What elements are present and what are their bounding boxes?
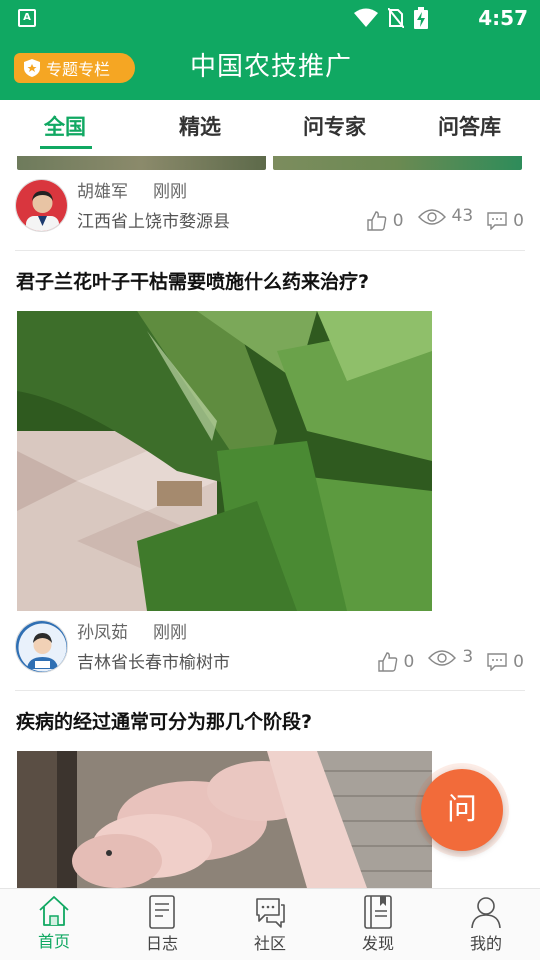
- question-image[interactable]: [17, 311, 432, 611]
- status-bar: A 4:57: [0, 0, 540, 36]
- tab-qa-library[interactable]: 问答库: [438, 112, 501, 142]
- nav-label: 我的: [469, 934, 502, 953]
- topic-column-label: 专题专栏: [46, 60, 111, 79]
- post-time: 刚刚: [153, 182, 187, 202]
- eye-icon: [417, 209, 446, 225]
- bottom-navigation: 首页 日志 社区 发现 我的: [0, 888, 540, 960]
- wifi-icon: [354, 8, 378, 27]
- clock: 4:57: [478, 6, 528, 30]
- journal-icon: [149, 895, 175, 929]
- nav-label: 发现: [361, 934, 394, 953]
- post-author-row[interactable]: 孙凤茹 刚刚 吉林省长春市榆树市 0 3 0: [0, 620, 540, 690]
- author-location: 吉林省长春市榆树市: [77, 653, 230, 673]
- tab-ask-expert[interactable]: 问专家: [303, 112, 366, 142]
- home-icon: [39, 896, 69, 926]
- app-notification-icon: A: [18, 9, 36, 27]
- nav-label: 日志: [145, 934, 178, 953]
- battery-charging-icon: [414, 7, 428, 29]
- question-image[interactable]: [17, 751, 432, 888]
- nav-home[interactable]: 首页: [14, 893, 94, 959]
- chat-bubbles-icon: [256, 898, 285, 928]
- nav-label: 首页: [37, 932, 70, 951]
- view-count: 43: [451, 206, 474, 226]
- author-location: 江西省上饶市婺源县: [77, 212, 230, 232]
- avatar[interactable]: [15, 620, 68, 673]
- like-count: 0: [403, 652, 415, 672]
- ask-question-button[interactable]: 问: [421, 769, 503, 851]
- tab-national[interactable]: 全国: [44, 112, 86, 142]
- active-tab-indicator: [40, 146, 92, 149]
- nav-community[interactable]: 社区: [230, 893, 310, 959]
- post-stats: 0 3 0: [377, 647, 524, 676]
- status-icons: [354, 6, 428, 30]
- post-time: 刚刚: [153, 623, 187, 643]
- tab-featured[interactable]: 精选: [179, 112, 221, 142]
- comment-icon[interactable]: [487, 653, 507, 671]
- app-header: 专题专栏 中国农技推广: [0, 36, 540, 100]
- author-name: 胡雄军: [77, 182, 128, 202]
- avatar[interactable]: [15, 179, 68, 232]
- post-stats: 0 43 0: [367, 206, 524, 235]
- post-author-row[interactable]: 胡雄军 刚刚 江西省上饶市婺源县 0 43 0: [0, 179, 540, 249]
- nav-journal[interactable]: 日志: [122, 893, 202, 959]
- divider: [15, 690, 525, 691]
- category-tabs: 全国 精选 问专家 问答库: [0, 100, 540, 156]
- previous-post-image[interactable]: [273, 156, 522, 170]
- thumbs-up-icon[interactable]: [367, 211, 387, 231]
- previous-post-image[interactable]: [17, 156, 266, 170]
- user-icon: [471, 897, 501, 929]
- comment-icon[interactable]: [487, 212, 507, 230]
- book-icon: [364, 895, 392, 929]
- nav-label: 社区: [253, 934, 286, 953]
- page-title: 中国农技推广: [190, 52, 353, 82]
- divider: [15, 250, 525, 251]
- no-sim-icon: [388, 8, 404, 28]
- author-name: 孙凤茹: [77, 623, 128, 643]
- comment-count: 0: [513, 211, 524, 231]
- nav-profile[interactable]: 我的: [446, 893, 526, 959]
- view-count: 3: [462, 647, 474, 667]
- topic-column-button[interactable]: 专题专栏: [14, 53, 135, 83]
- nav-discover[interactable]: 发现: [338, 893, 418, 959]
- question-title[interactable]: 君子兰花叶子干枯需要喷施什么药来治疗?: [16, 268, 369, 296]
- eye-icon: [428, 650, 457, 666]
- shield-icon: [24, 59, 40, 77]
- question-title[interactable]: 疾病的经过通常可分为那几个阶段?: [16, 708, 312, 736]
- like-count: 0: [392, 211, 404, 231]
- thumbs-up-icon[interactable]: [377, 652, 398, 672]
- comment-count: 0: [513, 652, 524, 672]
